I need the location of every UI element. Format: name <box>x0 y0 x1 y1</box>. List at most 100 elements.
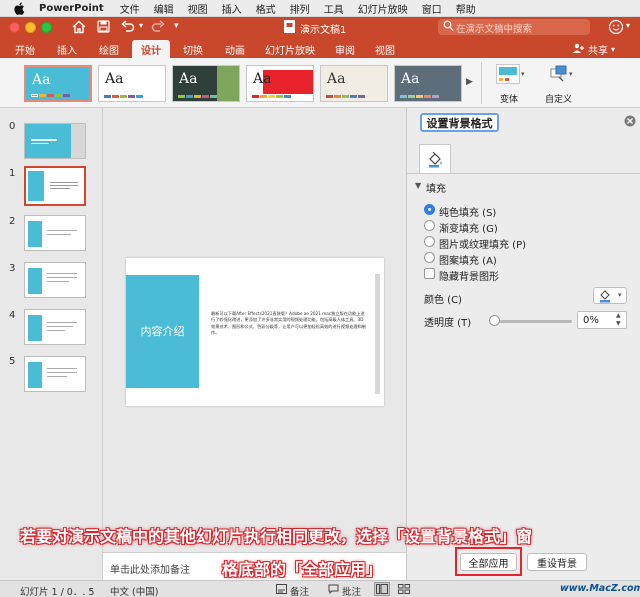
comments-label[interactable]: 批注 <box>342 584 361 597</box>
pattern-fill-radio[interactable] <box>424 252 435 263</box>
menu-view[interactable]: 视图 <box>188 1 208 16</box>
slide-title[interactable]: 内容介绍 <box>126 323 199 339</box>
title-bar: ▾ ▾ 演示文稿1 在演示文稿中搜索 ▾ <box>0 17 640 38</box>
theme-5[interactable]: Aa <box>320 65 388 102</box>
slide-thumbnail-1[interactable] <box>24 166 86 206</box>
tab-review[interactable]: 审阅 <box>328 40 362 58</box>
apply-to-all-button[interactable]: 全部应用 <box>460 553 517 571</box>
variants-icon <box>496 64 520 84</box>
smiley-feedback-icon[interactable] <box>608 19 624 38</box>
current-slide[interactable]: 内容介绍 最新可以下载After Effects2021直装版？Adobe ae… <box>126 258 384 406</box>
close-window-button[interactable] <box>9 22 20 33</box>
slide-thumbnail-2[interactable] <box>24 215 86 251</box>
normal-view-icon[interactable] <box>374 582 390 596</box>
theme-3-label: Aa <box>179 71 198 87</box>
theme-5-label: Aa <box>327 71 346 87</box>
solid-fill-label[interactable]: 纯色填充 (S) <box>439 204 496 219</box>
menu-arrange[interactable]: 排列 <box>290 1 310 16</box>
save-icon[interactable] <box>97 20 110 36</box>
theme-1-label: Aa <box>32 72 51 88</box>
share-button[interactable]: 共享 ▾ <box>572 42 615 57</box>
transparency-slider-thumb[interactable] <box>489 315 500 326</box>
slide-thumbnail-0[interactable] <box>24 123 86 159</box>
tab-insert[interactable]: 插入 <box>50 40 84 58</box>
slide-thumbnail-5[interactable] <box>24 356 86 392</box>
theme-3[interactable]: Aa <box>172 65 240 102</box>
themes-scroll-icon[interactable]: ▶ <box>466 77 473 87</box>
slide-title-panel: 内容介绍 <box>126 275 199 388</box>
undo-dropdown-icon[interactable]: ▾ <box>139 21 143 30</box>
menu-tools[interactable]: 工具 <box>324 1 344 16</box>
paint-bucket-icon <box>427 151 444 171</box>
tab-home[interactable]: 开始 <box>8 40 42 58</box>
tab-slideshow[interactable]: 幻灯片放映 <box>260 40 320 58</box>
customize-dropdown-icon: ▾ <box>569 70 573 78</box>
theme-6[interactable]: Aa <box>394 65 462 102</box>
picture-fill-label[interactable]: 图片或纹理填充 (P) <box>439 236 526 251</box>
reset-background-button[interactable]: 重设背景 <box>527 553 587 571</box>
transparency-input[interactable]: 0% ▲ ▼ <box>577 311 627 329</box>
slide-sorter-icon[interactable] <box>398 584 410 597</box>
menu-file[interactable]: 文件 <box>120 1 140 16</box>
redo-icon[interactable] <box>151 20 165 36</box>
format-background-pane: 设置背景格式 ▼ 填充 纯色填充 (S) 渐变填充 (G) 图片或纹理填充 (P… <box>406 108 640 580</box>
apple-icon[interactable] <box>11 2 27 15</box>
slide-number-5: 5 <box>9 356 16 367</box>
customize-button[interactable]: ▾ 自定义 <box>542 62 582 106</box>
pattern-fill-label[interactable]: 图案填充 (A) <box>439 252 497 267</box>
menu-format[interactable]: 格式 <box>256 1 276 16</box>
theme-4[interactable]: Aa <box>246 65 314 102</box>
feedback-dropdown-icon[interactable]: ▾ <box>626 21 630 30</box>
color-dropdown-icon: ▾ <box>618 291 622 299</box>
tab-draw[interactable]: 绘图 <box>92 40 126 58</box>
hide-graphics-label[interactable]: 隐藏背景图形 <box>439 268 499 283</box>
notes-toggle-icon[interactable] <box>276 584 287 597</box>
slide-thumbnail-4[interactable] <box>24 309 86 345</box>
language-indicator[interactable]: 中文 (中国) <box>110 584 158 597</box>
gradient-fill-label[interactable]: 渐变填充 (G) <box>439 220 498 235</box>
notes-toggle-label[interactable]: 备注 <box>290 584 309 597</box>
tab-design[interactable]: 设计 <box>132 40 170 58</box>
zoom-window-button[interactable] <box>41 22 52 33</box>
color-bucket-icon <box>599 289 613 306</box>
menu-edit[interactable]: 编辑 <box>154 1 174 16</box>
tab-animations[interactable]: 动画 <box>218 40 252 58</box>
comments-icon[interactable] <box>328 584 339 597</box>
powerpoint-window: PowerPoint 文件 编辑 视图 插入 格式 排列 工具 幻灯片放映 窗口… <box>0 0 640 597</box>
variants-button[interactable]: ▾ 变体 <box>493 62 527 106</box>
tab-transitions[interactable]: 切换 <box>176 40 210 58</box>
transparency-stepper-icon[interactable]: ▲ ▼ <box>616 312 621 328</box>
undo-icon[interactable] <box>121 20 135 36</box>
status-bar: 幻灯片 1 / 0．. 5 中文 (中国) 备注 批注 www.MacZ.com <box>0 580 640 597</box>
ribbon-divider <box>481 62 482 104</box>
theme-1[interactable]: Aa <box>24 65 92 102</box>
minimize-window-button[interactable] <box>25 22 36 33</box>
section-collapse-icon[interactable]: ▼ <box>415 181 421 190</box>
customize-label: 自定义 <box>545 95 573 105</box>
hide-graphics-checkbox[interactable] <box>424 268 435 279</box>
theme-2[interactable]: Aa <box>98 65 166 102</box>
menu-slideshow[interactable]: 幻灯片放映 <box>358 1 408 16</box>
menu-window[interactable]: 窗口 <box>422 1 442 16</box>
search-box[interactable]: 在演示文稿中搜索 <box>438 19 590 35</box>
more-commands-icon[interactable]: ▾ <box>174 21 179 31</box>
color-picker-button[interactable]: ▾ <box>593 287 627 304</box>
menu-app-name[interactable]: PowerPoint <box>39 3 104 14</box>
transparency-slider-track[interactable] <box>494 320 572 323</box>
menu-insert[interactable]: 插入 <box>222 1 242 16</box>
fill-tab[interactable] <box>419 144 451 174</box>
color-label: 颜色 (C) <box>424 295 462 306</box>
solid-fill-radio[interactable] <box>424 204 435 215</box>
slide-thumbnail-3[interactable] <box>24 262 86 298</box>
menu-help[interactable]: 帮助 <box>456 1 476 16</box>
slide-number-1: 1 <box>9 168 16 179</box>
picture-fill-radio[interactable] <box>424 236 435 247</box>
fill-section-title[interactable]: 填充 <box>426 180 446 195</box>
slide-position-info: 幻灯片 1 / 0．. 5 <box>20 587 95 597</box>
close-pane-icon[interactable] <box>624 115 636 130</box>
tab-view[interactable]: 视图 <box>368 40 402 58</box>
slide-number-0: 0 <box>9 121 16 132</box>
gradient-fill-radio[interactable] <box>424 220 435 231</box>
slide-body-text[interactable]: 最新可以下载After Effects2021直装版？Adobe ae 2021… <box>211 311 367 351</box>
home-icon[interactable] <box>72 20 86 37</box>
